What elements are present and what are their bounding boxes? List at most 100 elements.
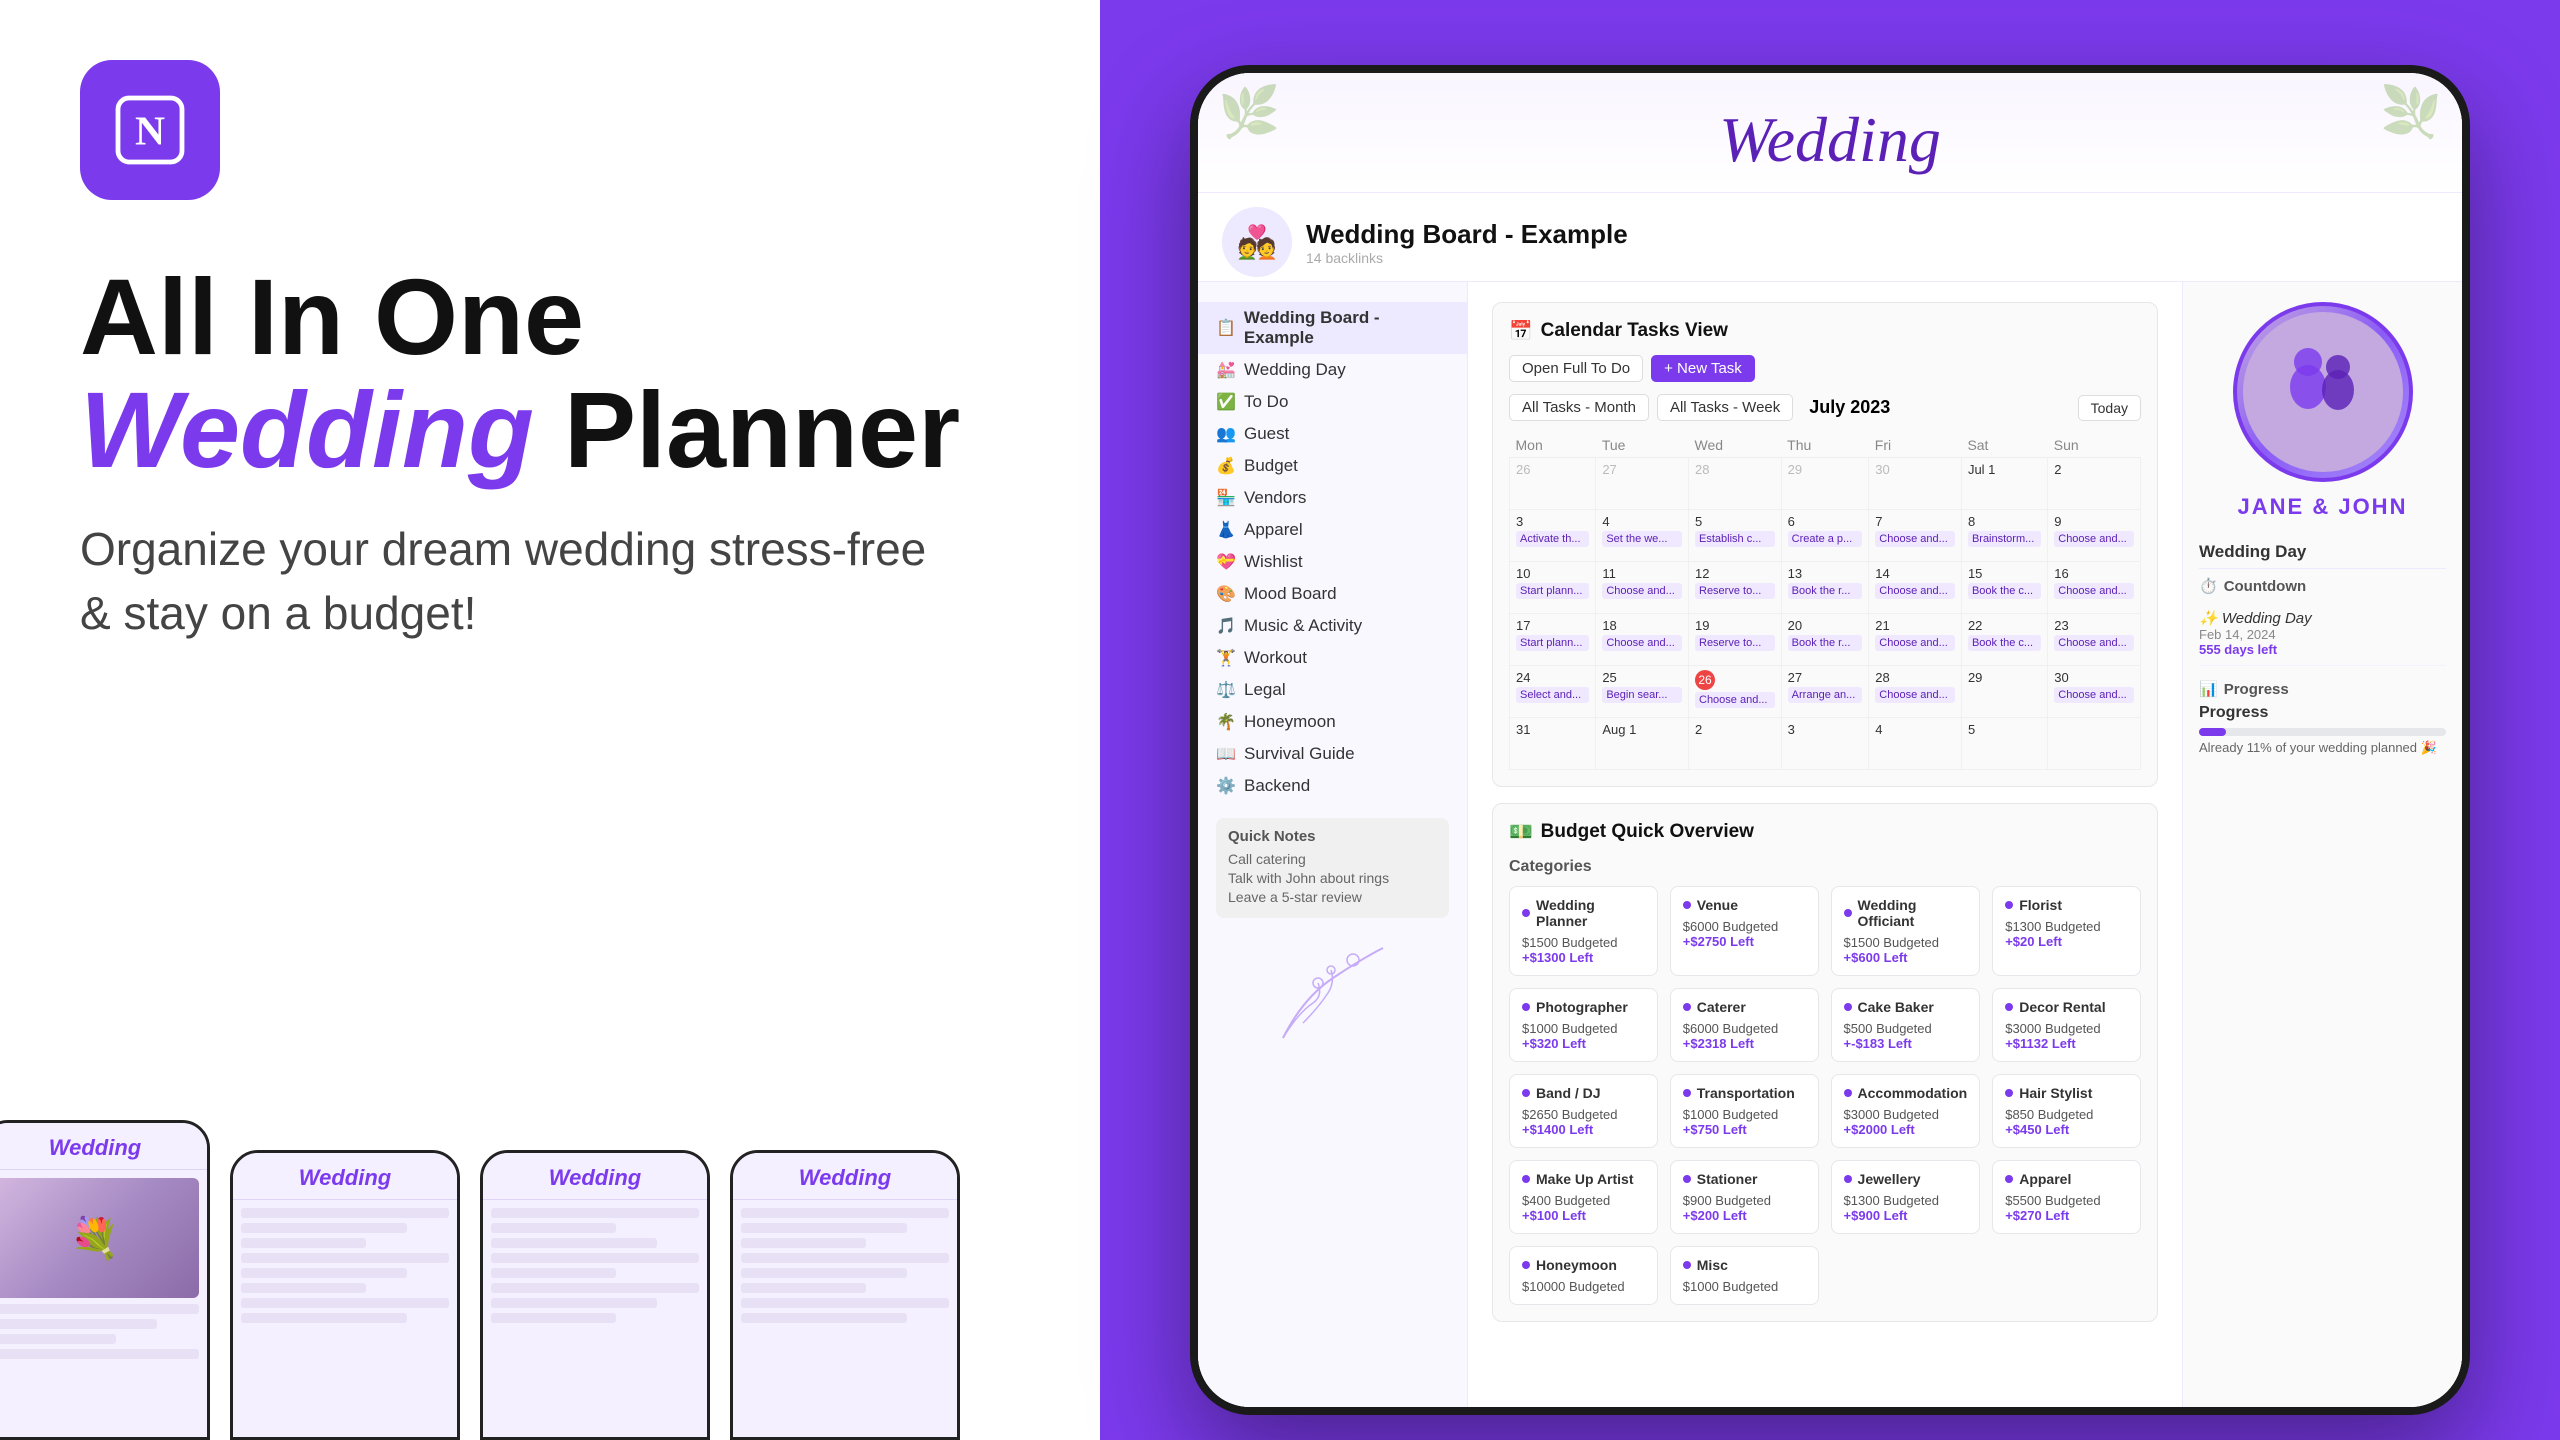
sidebar-item-10[interactable]: 🏋️Workout (1198, 642, 1467, 674)
cal-event[interactable]: Book the c... (1968, 583, 2041, 599)
sidebar-item-14[interactable]: ⚙️Backend (1198, 770, 1467, 802)
sidebar-item-3[interactable]: 👥Guest (1198, 418, 1467, 450)
cal-event[interactable]: Start plann... (1516, 635, 1589, 651)
sidebar-item-12[interactable]: 🌴Honeymoon (1198, 706, 1467, 738)
budget-dot-7 (2005, 1003, 2013, 1011)
cal-cell-1-2: 5Establish c... (1689, 510, 1782, 562)
budget-cat-1: Venue (1683, 897, 1806, 913)
wedding-day-section-title: Wedding Day (2199, 536, 2446, 569)
cal-day-num: 2 (1695, 722, 1775, 737)
budget-amount-13: $900 Budgeted (1683, 1193, 1806, 1208)
cal-event[interactable]: Brainstorm... (1968, 531, 2041, 547)
new-task-btn[interactable]: + New Task (1651, 355, 1755, 382)
cal-event[interactable]: Set the we... (1602, 531, 1682, 547)
sidebar-item-6[interactable]: 👗Apparel (1198, 514, 1467, 546)
budget-left-11: +$450 Left (2005, 1122, 2128, 1137)
progress-section: 📊 Progress Progress Already 11% of your … (2199, 680, 2446, 756)
sidebar-item-7[interactable]: 💝Wishlist (1198, 546, 1467, 578)
thumbnail-3: Wedding (480, 1150, 710, 1440)
cal-week-4: 24Select and...25Begin sear...26Choose a… (1510, 666, 2141, 718)
cal-event[interactable]: Create a p... (1788, 531, 1863, 547)
tab-month-btn[interactable]: All Tasks - Month (1509, 394, 1649, 421)
cal-event[interactable]: Arrange an... (1788, 687, 1863, 703)
cal-cell-1-4: 7Choose and... (1869, 510, 1962, 562)
cal-event[interactable]: Book the r... (1788, 583, 1863, 599)
sidebar-item-9[interactable]: 🎵Music & Activity (1198, 610, 1467, 642)
sidebar-label-2: To Do (1244, 392, 1288, 412)
cal-event[interactable]: Book the c... (1968, 635, 2041, 651)
cal-event[interactable]: Book the r... (1788, 635, 1863, 651)
cal-event[interactable]: Select and... (1516, 687, 1589, 703)
cal-event[interactable]: Choose and... (1695, 692, 1775, 708)
cal-event[interactable]: Reserve to... (1695, 635, 1775, 651)
sidebar-item-2[interactable]: ✅To Do (1198, 386, 1467, 418)
cal-day-num: 13 (1788, 566, 1863, 581)
cal-event[interactable]: Choose and... (1875, 531, 1955, 547)
cal-header-mon: Mon (1510, 433, 1596, 458)
cal-event[interactable]: Choose and... (1875, 635, 1955, 651)
sidebar-item-8[interactable]: 🎨Mood Board (1198, 578, 1467, 610)
cal-event[interactable]: Choose and... (2054, 635, 2134, 651)
budget-left-9: +$750 Left (1683, 1122, 1806, 1137)
sidebar-item-1[interactable]: 💒Wedding Day (1198, 354, 1467, 386)
cal-day-num: 14 (1875, 566, 1955, 581)
cal-cell-5-0: 31 (1510, 718, 1596, 770)
budget-left-5: +$2318 Left (1683, 1036, 1806, 1051)
countdown-header: ⏱️ Countdown (2199, 577, 2446, 595)
thumb-row (741, 1223, 907, 1233)
budget-item-12: Make Up Artist $400 Budgeted +$100 Left (1509, 1160, 1658, 1234)
sidebar-item-5[interactable]: 🏪Vendors (1198, 482, 1467, 514)
cal-event[interactable]: Choose and... (2054, 583, 2134, 599)
cal-event[interactable]: Begin sear... (1602, 687, 1682, 703)
cal-cell-0-5: Jul 1 (1961, 458, 2047, 510)
cal-event[interactable]: Choose and... (2054, 531, 2134, 547)
sidebar-item-4[interactable]: 💰Budget (1198, 450, 1467, 482)
budget-amount-3: $1300 Budgeted (2005, 919, 2128, 934)
budget-dot-10 (1844, 1089, 1852, 1097)
budget-cat-9: Transportation (1683, 1085, 1806, 1101)
cal-event[interactable]: Choose and... (1602, 635, 1682, 651)
cal-event[interactable]: Choose and... (1602, 583, 1682, 599)
sidebar-item-0[interactable]: 📋Wedding Board - Example (1198, 302, 1467, 354)
budget-item-11: Hair Stylist $850 Budgeted +$450 Left (1992, 1074, 2141, 1148)
cal-event[interactable]: Reserve to... (1695, 583, 1775, 599)
cal-event[interactable]: Choose and... (2054, 687, 2134, 703)
sidebar-item-11[interactable]: ⚖️Legal (1198, 674, 1467, 706)
thumb-row (241, 1283, 366, 1293)
calendar-grid: Mon Tue Wed Thu Fri Sat Sun 26 2 (1509, 433, 2141, 770)
sidebar-icon-0: 📋 (1216, 318, 1236, 338)
tab-week-btn[interactable]: All Tasks - Week (1657, 394, 1793, 421)
cal-event[interactable]: Choose and... (1875, 583, 1955, 599)
budget-left-0: +$1300 Left (1522, 950, 1645, 965)
cal-cell-2-3: 13 Book the r... (1781, 562, 1869, 614)
cal-event[interactable]: Activate th... (1516, 531, 1589, 547)
cal-event[interactable]: Establish c... (1695, 531, 1775, 547)
cal-cell-1-6: 9Choose and... (2048, 510, 2141, 562)
cal-week-3: 17Start plann...18Choose and...19Reserve… (1510, 614, 2141, 666)
countdown-days: 555 days left (2199, 642, 2446, 657)
sidebar-icon-12: 🌴 (1216, 712, 1236, 732)
cal-header-thu: Thu (1781, 433, 1869, 458)
thumb-row (491, 1313, 616, 1323)
cal-event[interactable]: Choose and... (1875, 687, 1955, 703)
countdown-item: ✨ Wedding Day Feb 14, 2024 555 days left (2199, 601, 2446, 666)
floral-left-icon: 🌿 (1218, 83, 1280, 142)
cal-day-num: 26 (1695, 670, 1775, 690)
budget-cat-12: Make Up Artist (1522, 1171, 1645, 1187)
budget-left-8: +$1400 Left (1522, 1122, 1645, 1137)
open-full-btn[interactable]: Open Full To Do (1509, 355, 1643, 382)
today-btn[interactable]: Today (2078, 395, 2141, 421)
cal-cell-4-5: 29 (1961, 666, 2047, 718)
cal-event[interactable]: Start plann... (1516, 583, 1589, 599)
calendar-title: 📅 Calendar Tasks View (1509, 319, 2141, 343)
calendar-header-row: Mon Tue Wed Thu Fri Sat Sun (1510, 433, 2141, 458)
thumbnail-1: Wedding 💐 (0, 1120, 210, 1440)
cal-cell-2-2: 12Reserve to... (1689, 562, 1782, 614)
cal-day-num: 4 (1875, 722, 1955, 737)
cal-day-num: 30 (1875, 462, 1955, 477)
budget-name-12: Make Up Artist (1536, 1171, 1634, 1187)
thumb-row (491, 1238, 657, 1248)
sidebar-item-13[interactable]: 📖Survival Guide (1198, 738, 1467, 770)
cal-cell-5-2: 2 (1689, 718, 1782, 770)
cal-day-num: 19 (1695, 618, 1775, 633)
